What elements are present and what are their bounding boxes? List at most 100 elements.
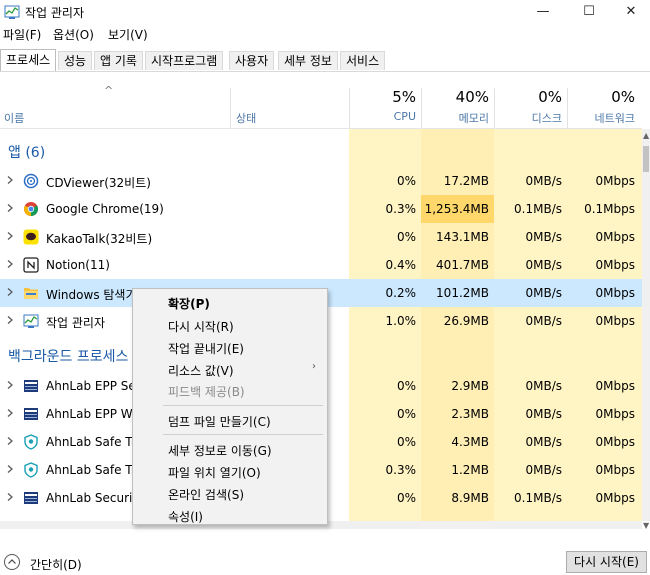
taskmgr-icon [23, 313, 39, 329]
ctx-end-task[interactable]: 작업 끝내기(E) [168, 340, 244, 357]
ahnlab-shield-icon [23, 462, 39, 478]
network-value: 0Mbps [595, 379, 635, 393]
ahnlab-epp-icon [23, 490, 39, 506]
vertical-scrollbar[interactable] [642, 129, 650, 521]
process-name: Google Chrome(19) [46, 202, 164, 216]
disk-value: 0MB/s [525, 230, 562, 244]
disk-value: 0MB/s [525, 286, 562, 300]
header-network[interactable]: 네트워크 [568, 110, 635, 126]
kakaotalk-icon [23, 229, 39, 245]
process-row[interactable]: Google Chrome(19) 0.3% 1,253.4MB 0.1MB/s 0.1… [0, 195, 642, 223]
ahnlab-epp-icon [23, 378, 39, 394]
ctx-expand[interactable]: 확장(P) [168, 295, 210, 312]
sort-arrow-icon: ^ [104, 84, 114, 97]
process-row[interactable]: CDViewer(32비트) 0% 17.2MB 0MB/s 0Mbps [0, 167, 642, 195]
window-title: 작업 관리자 [25, 6, 85, 20]
scroll-up-icon[interactable]: ▲ [643, 131, 649, 140]
expand-chevron-icon[interactable] [5, 436, 15, 446]
ahnlab-shield-icon [23, 434, 39, 450]
group-apps[interactable]: 앱 (6) [8, 142, 45, 162]
disk-percent: 0% [538, 88, 562, 106]
disk-value: 0.1MB/s [514, 202, 562, 216]
header-status[interactable]: 상태 [236, 110, 256, 126]
ctx-resource-values[interactable]: 리소스 값(V) [168, 362, 234, 379]
cpu-value: 0.4% [385, 258, 417, 272]
cpu-value: 0% [396, 407, 416, 421]
ctx-go-to-details[interactable]: 세부 정보로 이동(G) [168, 442, 272, 459]
cpu-value: 0.2% [385, 286, 417, 300]
ctx-feedback: 피드백 제공(B) [168, 385, 245, 399]
header-cpu[interactable]: CPU [350, 110, 416, 123]
header-name[interactable]: 이름 [4, 110, 24, 126]
chrome-icon [23, 201, 39, 217]
cpu-value: 0% [396, 379, 416, 393]
cpu-value: 0% [396, 174, 416, 188]
cpu-value: 0.3% [385, 463, 417, 477]
process-row[interactable]: Notion(11) 0.4% 401.7MB 0MB/s 0Mbps [0, 251, 642, 279]
memory-value: 1.2MB [451, 463, 489, 477]
memory-value: 8.9MB [451, 491, 489, 505]
menu-options[interactable]: 옵션(O) [53, 26, 94, 43]
ctx-restart[interactable]: 다시 시작(R) [168, 318, 234, 335]
header-disk[interactable]: 디스크 [495, 110, 562, 126]
process-name: 작업 관리자 [46, 316, 106, 330]
expand-chevron-icon[interactable] [5, 259, 15, 269]
cpu-value: 0.3% [385, 202, 417, 216]
process-name: AhnLab Safe Tra [46, 435, 144, 449]
cpu-value: 1.0% [385, 314, 417, 328]
memory-value: 101.2MB [436, 286, 489, 300]
tab-startup[interactable]: 시작프로그램 [145, 51, 224, 70]
ctx-open-file-location[interactable]: 파일 위치 열기(O) [168, 464, 261, 481]
expand-chevron-icon[interactable] [5, 203, 15, 213]
disk-value: 0MB/s [525, 174, 562, 188]
column-divider [230, 88, 231, 128]
tab-users[interactable]: 사용자 [229, 51, 275, 70]
network-value: 0Mbps [595, 258, 635, 272]
memory-value: 26.9MB [443, 314, 489, 328]
network-value: 0Mbps [595, 286, 635, 300]
expand-chevron-icon[interactable] [5, 492, 15, 502]
process-name: Notion(11) [46, 258, 110, 272]
disk-value: 0MB/s [525, 258, 562, 272]
expand-chevron-icon[interactable] [5, 231, 15, 241]
scroll-down-icon[interactable]: ▼ [643, 521, 649, 530]
vertical-scroll-thumb[interactable] [643, 146, 649, 172]
minimize-button[interactable]: — [520, 0, 566, 24]
tab-performance[interactable]: 성능 [58, 51, 93, 70]
network-value: 0Mbps [595, 491, 635, 505]
header-memory[interactable]: 메모리 [422, 110, 489, 126]
memory-value: 1,253.4MB [424, 202, 489, 216]
memory-value: 17.2MB [443, 174, 489, 188]
tab-app-history[interactable]: 앱 기록 [94, 51, 143, 70]
ahnlab-epp-icon [23, 406, 39, 422]
menu-view[interactable]: 보기(V) [108, 26, 148, 43]
expand-chevron-icon[interactable] [5, 464, 15, 474]
tab-services[interactable]: 서비스 [340, 51, 386, 70]
expand-chevron-icon[interactable] [5, 315, 15, 325]
expand-chevron-icon[interactable] [5, 380, 15, 390]
close-button[interactable]: ✕ [608, 0, 650, 24]
network-value: 0Mbps [595, 435, 635, 449]
network-value: 0Mbps [595, 230, 635, 244]
process-name: AhnLab Security [46, 491, 145, 505]
ctx-search-online[interactable]: 온라인 검색(S) [168, 486, 244, 503]
ctx-properties[interactable]: 속성(I) [168, 508, 203, 525]
maximize-button[interactable]: ☐ [566, 0, 612, 24]
menu-file[interactable]: 파일(F) [3, 26, 41, 43]
tab-details[interactable]: 세부 정보 [278, 51, 338, 70]
expand-chevron-icon[interactable] [5, 408, 15, 418]
expand-chevron-icon[interactable] [5, 287, 15, 297]
ctx-create-dump[interactable]: 덤프 파일 만들기(C) [168, 413, 271, 430]
explorer-icon [23, 285, 39, 301]
group-background[interactable]: 백그라운드 프로세스 [8, 346, 128, 366]
memory-value: 2.3MB [451, 407, 489, 421]
restart-button[interactable]: 다시 시작(E) [566, 551, 647, 573]
expand-chevron-icon[interactable] [5, 175, 15, 185]
process-row[interactable]: KakaoTalk(32비트) 0% 143.1MB 0MB/s 0Mbps [0, 223, 642, 251]
memory-value: 4.3MB [451, 435, 489, 449]
tab-processes[interactable]: 프로세스 [0, 49, 57, 71]
fewer-details-link[interactable]: 간단히(D) [30, 556, 82, 573]
chevron-up-circle-icon[interactable] [4, 554, 20, 570]
process-name: AhnLab EPP Wa [46, 407, 140, 421]
cpu-value: 0% [396, 491, 416, 505]
